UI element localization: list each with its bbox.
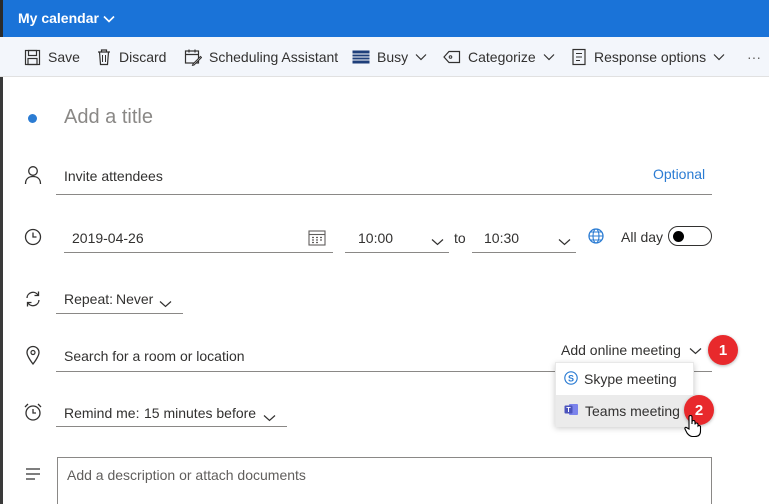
busy-dropdown[interactable]: Busy [352,37,427,77]
reminder-label: Remind me: [64,405,140,421]
discard-button[interactable]: Discard [96,37,166,77]
more-options-button[interactable]: ··· [747,37,761,77]
start-time-dropdown[interactable]: 10:00 [345,222,449,253]
svg-text:T: T [566,407,571,414]
skype-meeting-label: Skype meeting [584,371,677,387]
calendar-color-dot [28,114,37,123]
save-label: Save [48,49,80,65]
description-field[interactable]: Add a description or attach documents [57,457,712,504]
chevron-down-icon [713,53,725,61]
attendees-field[interactable]: Invite attendees Optional [56,160,712,195]
person-icon [22,164,44,186]
scheduling-assistant-button[interactable]: Scheduling Assistant [184,37,338,77]
scheduling-icon [184,48,202,66]
text-lines-icon [22,463,44,485]
chevron-down-icon [159,295,172,311]
response-options-label: Response options [594,49,707,65]
online-meeting-menu: S Skype meeting T Teams meeting [555,362,695,427]
title-input[interactable]: Add a title [64,106,153,129]
calendar-selector[interactable]: My calendar [18,10,115,26]
date-value: 2019-04-26 [72,230,144,246]
annotation-badge-1: 1 [708,335,738,365]
start-time-value: 10:00 [358,230,394,246]
to-label: to [454,230,466,246]
end-time-value: 10:30 [484,230,520,246]
teams-icon: T [564,403,579,419]
chevron-down-icon [431,233,444,249]
description-placeholder: Add a description or attach documents [67,467,306,483]
globe-icon[interactable] [586,226,606,249]
chevron-down-icon [543,53,555,61]
calendar-icon[interactable] [308,229,326,249]
command-bar: Save Discard Scheduling Assistant Busy C… [0,37,769,77]
add-online-meeting-dropdown[interactable]: Add online meeting [561,342,702,358]
repeat-value: Never [116,291,154,307]
trash-icon [96,48,112,66]
discard-label: Discard [119,49,167,65]
optional-attendees-link[interactable]: Optional [653,166,705,182]
categorize-dropdown[interactable]: Categorize [443,37,555,77]
window-header: My calendar [0,0,769,37]
chevron-down-icon [103,10,115,26]
repeat-label: Repeat: [64,291,114,307]
end-time-dropdown[interactable]: 10:30 [472,222,576,253]
response-options-dropdown[interactable]: Response options [571,37,725,77]
clock-icon [22,226,44,248]
calendar-name: My calendar [18,10,99,26]
reminder-dropdown[interactable]: Remind me: 15 minutes before [56,397,287,427]
busy-icon [352,50,370,64]
categorize-label: Categorize [468,49,536,65]
svg-text:S: S [568,373,574,383]
all-day-label: All day [621,229,664,245]
teams-meeting-label: Teams meeting [585,403,680,419]
repeat-dropdown[interactable]: Repeat: Never [56,284,183,314]
chevron-down-icon [689,342,702,358]
tag-icon [443,50,461,64]
hand-cursor-icon [684,414,702,441]
date-picker[interactable]: 2019-04-26 [64,222,333,253]
skype-icon: S [564,370,578,388]
chevron-down-icon [415,53,427,61]
left-edge [0,0,3,37]
alarm-icon [22,401,44,423]
scheduling-label: Scheduling Assistant [209,49,339,65]
teams-meeting-option[interactable]: T Teams meeting [556,395,695,427]
save-icon [24,49,41,66]
all-day-toggle[interactable] [668,226,712,246]
location-placeholder: Search for a room or location [64,348,245,364]
reminder-value: 15 minutes before [144,405,257,421]
skype-meeting-option[interactable]: S Skype meeting [556,363,695,395]
repeat-icon [22,288,44,310]
left-border [0,77,3,504]
attendees-placeholder: Invite attendees [64,168,163,184]
busy-label: Busy [377,49,409,65]
response-icon [571,48,587,66]
chevron-down-icon [263,409,276,425]
location-icon [22,344,44,366]
online-meeting-label: Add online meeting [561,342,681,358]
save-button[interactable]: Save [24,37,80,77]
toggle-knob [673,231,684,242]
more-label: ··· [747,49,761,65]
chevron-down-icon [558,233,571,249]
